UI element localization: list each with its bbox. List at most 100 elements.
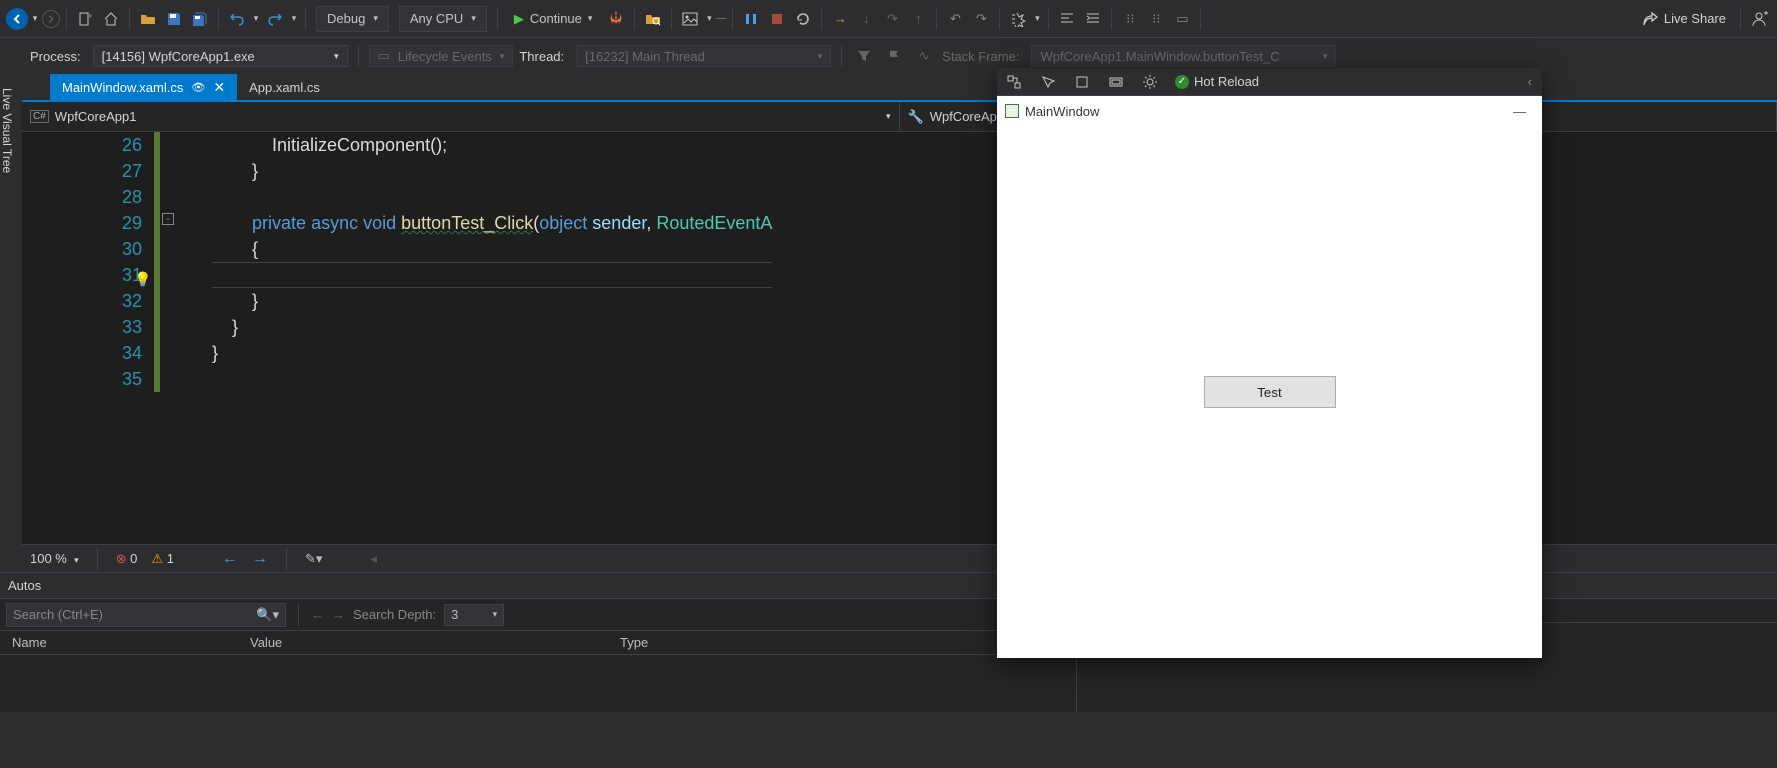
- config-select[interactable]: Debug▾: [316, 6, 389, 32]
- tab-mainwindow[interactable]: MainWindow.xaml.cs 👁 ✕: [50, 74, 237, 100]
- fwd-icon[interactable]: →: [332, 607, 345, 622]
- new-file-icon[interactable]: [73, 7, 97, 31]
- bookmark-icon[interactable]: ▭: [1170, 7, 1194, 31]
- step-over-icon[interactable]: ↷: [880, 7, 904, 31]
- undo-local-icon[interactable]: ↶: [943, 7, 967, 31]
- step-into-icon[interactable]: ↓: [854, 7, 878, 31]
- app-body: Test: [997, 126, 1542, 658]
- layout-adorners-icon[interactable]: [1065, 68, 1099, 96]
- step-out-icon[interactable]: ↑: [906, 7, 930, 31]
- errors-count[interactable]: ⊗ 0: [116, 551, 138, 567]
- select-element-icon[interactable]: [1031, 68, 1065, 96]
- change-indicator: [154, 132, 160, 392]
- dropdown-icon[interactable]: ▾: [30, 13, 40, 24]
- pause-icon[interactable]: [739, 7, 763, 31]
- track-focus-icon[interactable]: [1099, 68, 1133, 96]
- image-icon[interactable]: [678, 7, 702, 31]
- next-issue-icon[interactable]: →: [252, 550, 268, 568]
- platform-select[interactable]: Any CPU▾: [399, 6, 487, 32]
- hot-reload-icon[interactable]: [604, 7, 628, 31]
- dropdown-icon[interactable]: ▾: [1032, 13, 1042, 24]
- tab-label: MainWindow.xaml.cs: [62, 80, 183, 95]
- prev-issue-icon[interactable]: ←: [222, 550, 238, 568]
- minimize-icon[interactable]: —: [1505, 104, 1534, 119]
- settings-icon[interactable]: [1133, 68, 1167, 96]
- warnings-count[interactable]: ⚠ 1: [151, 551, 174, 567]
- app-titlebar[interactable]: MainWindow —: [997, 96, 1542, 126]
- intellicode-icon[interactable]: [1006, 7, 1030, 31]
- dropdown-icon[interactable]: ▾: [251, 13, 261, 24]
- autos-search[interactable]: Search (Ctrl+E) 🔍▾: [6, 603, 286, 627]
- live-share-label: Live Share: [1664, 11, 1726, 26]
- check-icon: ✓: [1175, 75, 1189, 89]
- save-icon[interactable]: [162, 7, 186, 31]
- panel-title-label: Autos: [8, 578, 41, 593]
- brush-icon[interactable]: ✎▾: [305, 551, 322, 567]
- thread-select[interactable]: [16232] Main Thread▾: [576, 45, 831, 67]
- filter-icon[interactable]: [852, 44, 876, 68]
- visual-tree-icon[interactable]: [997, 68, 1031, 96]
- autos-panel: Autos ▾ 📌 ✕ Search (Ctrl+E) 🔍▾ ← → Searc…: [0, 572, 1077, 712]
- col-name[interactable]: Name: [0, 635, 250, 650]
- tab-label: App.xaml.cs: [249, 80, 320, 95]
- search-icon[interactable]: 🔍▾: [256, 607, 279, 623]
- comment-icon[interactable]: ⁝⁝: [1118, 7, 1142, 31]
- open-folder-icon[interactable]: [136, 7, 160, 31]
- find-in-files-icon[interactable]: [641, 7, 665, 31]
- process-select[interactable]: [14156] WpfCoreApp1.exe▾: [93, 45, 348, 67]
- continue-button[interactable]: ▶Continue▾: [504, 6, 603, 32]
- restart-icon[interactable]: [791, 7, 815, 31]
- share-icon: [1642, 11, 1658, 27]
- redo-local-icon[interactable]: ↷: [969, 7, 993, 31]
- autos-columns: Name Value Type ▴: [0, 631, 1076, 655]
- test-button[interactable]: Test: [1204, 376, 1336, 408]
- live-share-button[interactable]: Live Share: [1634, 11, 1734, 27]
- undo-icon[interactable]: [225, 7, 249, 31]
- show-next-icon[interactable]: →: [828, 7, 852, 31]
- pin-icon[interactable]: 👁: [191, 81, 205, 94]
- save-all-icon[interactable]: [188, 7, 212, 31]
- lifecycle-select[interactable]: ▭Lifecycle Events▾: [369, 45, 514, 67]
- lightbulb-icon[interactable]: 💡: [134, 266, 151, 292]
- nav-fwd-icon[interactable]: [42, 10, 60, 28]
- zoom-select[interactable]: 100 % ▾: [30, 551, 79, 566]
- flag-icon[interactable]: [882, 44, 906, 68]
- csharp-icon: C#: [30, 110, 49, 123]
- collapse-icon[interactable]: ‹: [1518, 74, 1542, 89]
- col-type[interactable]: Type: [620, 635, 1058, 650]
- main-toolbar: ▾ ▾ ▾ Debug▾ Any CPU▾ ▶Continue▾ ▾ — → ↓…: [0, 0, 1777, 38]
- app-title: MainWindow: [1025, 104, 1099, 119]
- stack-select[interactable]: WpfCoreApp1.MainWindow.buttonTest_C▾: [1031, 45, 1336, 67]
- user-icon[interactable]: [1747, 7, 1771, 31]
- search-placeholder: Search (Ctrl+E): [13, 607, 103, 622]
- stop-icon[interactable]: [765, 7, 789, 31]
- tab-app[interactable]: App.xaml.cs: [237, 74, 332, 100]
- class-icon: 🔧: [908, 109, 924, 125]
- running-app-window[interactable]: ✓ Hot Reload ‹ MainWindow — Test: [997, 68, 1542, 658]
- nav-project[interactable]: C# WpfCoreApp1 ▾: [22, 102, 900, 131]
- debug-overlay-toolbar: ✓ Hot Reload ‹: [997, 68, 1542, 96]
- hot-reload-label: Hot Reload: [1194, 74, 1259, 89]
- redo-icon[interactable]: [263, 7, 287, 31]
- fold-toggle[interactable]: −: [162, 213, 174, 225]
- col-value[interactable]: Value: [250, 635, 620, 650]
- align-icon[interactable]: [1055, 7, 1079, 31]
- stack-label: Stack Frame:: [942, 49, 1019, 64]
- side-panel-live-visual-tree[interactable]: Live Visual Tree: [0, 74, 22, 572]
- dropdown-icon[interactable]: ▾: [704, 13, 714, 24]
- app-icon: [1005, 104, 1019, 118]
- home-icon[interactable]: [99, 7, 123, 31]
- indent-icon[interactable]: [1081, 7, 1105, 31]
- process-label: Process:: [30, 49, 81, 64]
- back-icon[interactable]: ←: [311, 607, 324, 622]
- depth-label: Search Depth:: [353, 607, 436, 622]
- thread-label: Thread:: [519, 49, 564, 64]
- close-icon[interactable]: ✕: [213, 79, 225, 96]
- uncomment-icon[interactable]: ⁝⁝: [1144, 7, 1168, 31]
- depth-select[interactable]: 3▾: [444, 604, 504, 626]
- scroll-left-icon[interactable]: ◂: [370, 551, 377, 567]
- nav-back-icon[interactable]: [6, 8, 28, 30]
- threads-icon[interactable]: ∿: [912, 44, 936, 68]
- hot-reload-status[interactable]: ✓ Hot Reload: [1167, 74, 1267, 89]
- dropdown-icon[interactable]: ▾: [289, 13, 299, 24]
